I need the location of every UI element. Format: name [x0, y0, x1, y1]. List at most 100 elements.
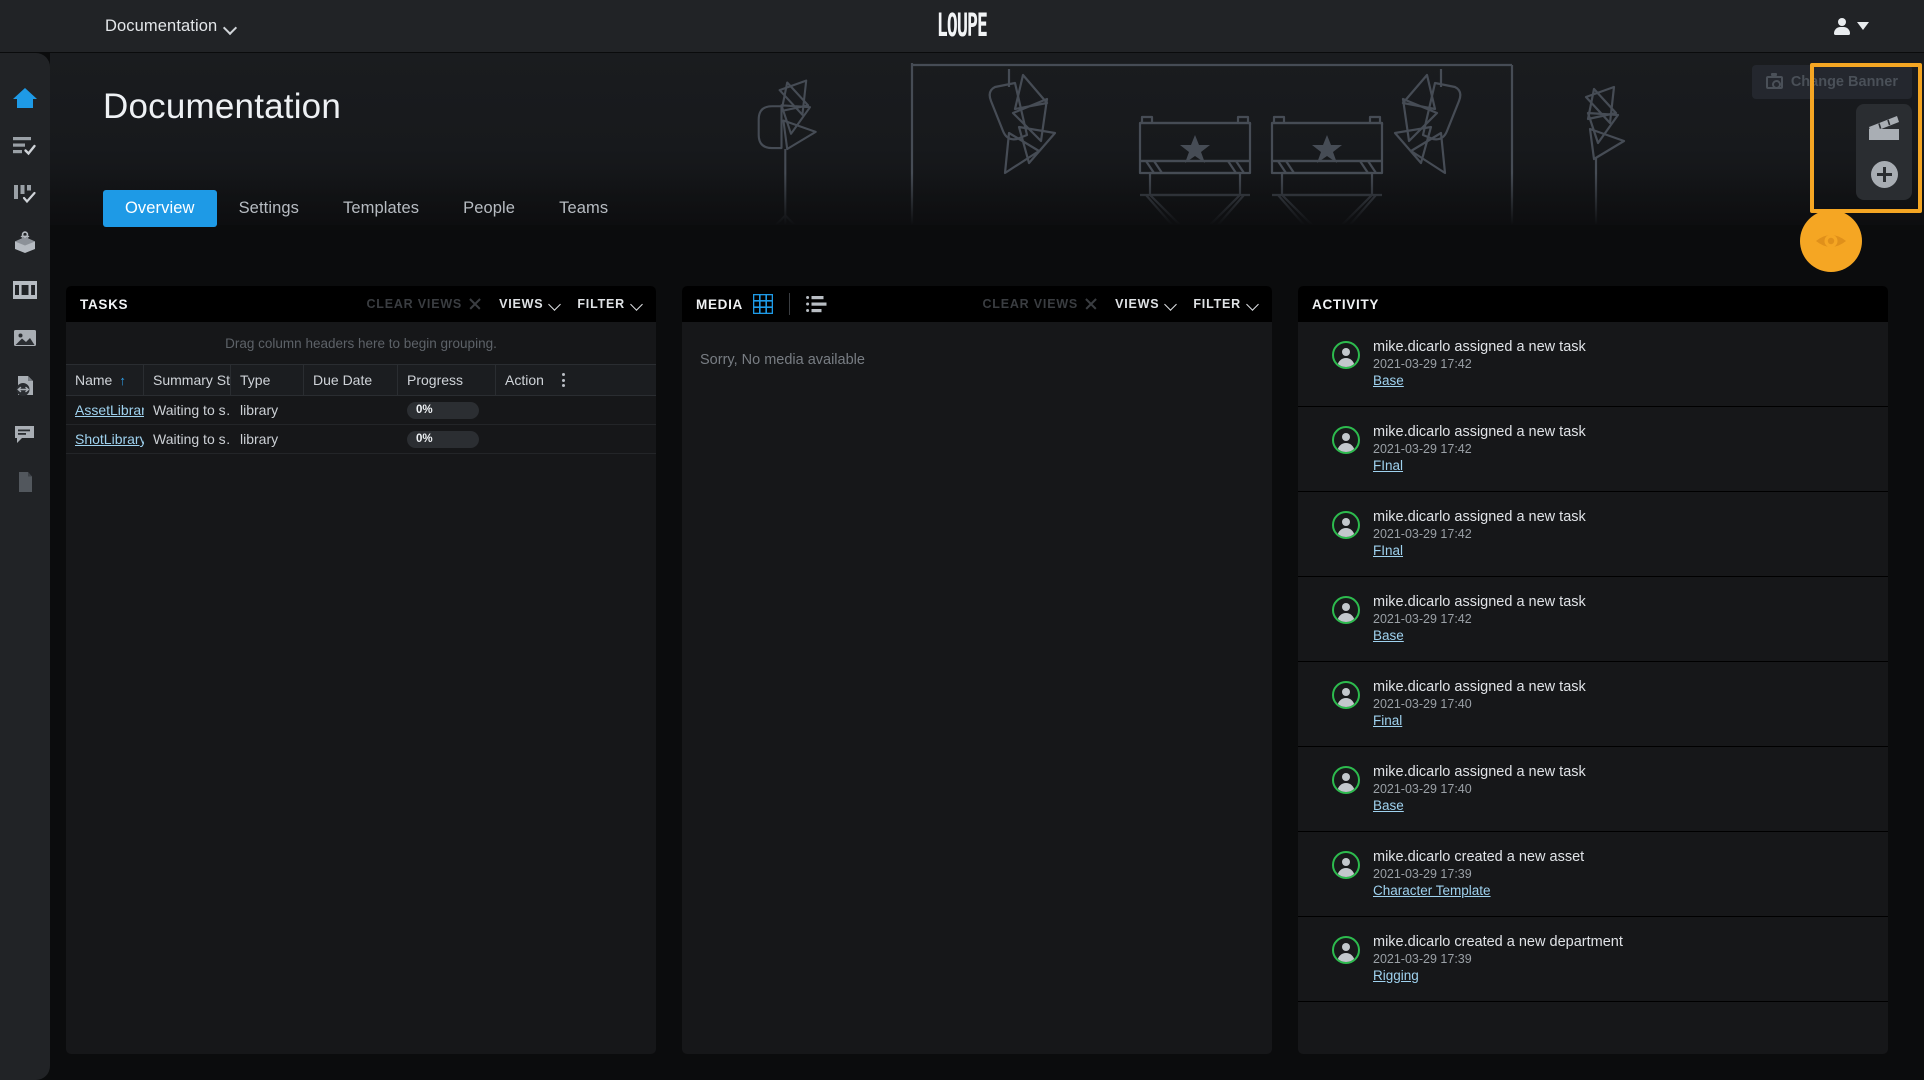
activity-panel-title: ACTIVITY — [1312, 296, 1380, 312]
task-type: library — [240, 431, 279, 447]
task-name-link[interactable]: AssetLibrary — [75, 402, 144, 418]
film-strip-icon — [13, 281, 37, 299]
eye-icon[interactable] — [1800, 210, 1862, 272]
list-item[interactable]: mike.dicarlo assigned a new task 2021-03… — [1298, 747, 1888, 832]
list-item[interactable]: mike.dicarlo created a new asset 2021-03… — [1298, 832, 1888, 917]
floating-action-stack — [1856, 104, 1912, 200]
avatar — [1332, 681, 1360, 709]
breadcrumb[interactable]: Documentation — [105, 17, 237, 36]
top-bar: Documentation LOUPE — [0, 0, 1924, 53]
user-menu[interactable] — [1834, 17, 1869, 35]
tab-templates[interactable]: Templates — [321, 190, 441, 227]
list-view-icon[interactable] — [806, 295, 827, 313]
tab-teams[interactable]: Teams — [537, 190, 630, 227]
sidebar — [0, 53, 50, 1080]
sidebar-item-documents[interactable] — [8, 465, 42, 499]
chevron-down-icon[interactable] — [224, 21, 237, 34]
media-views-button[interactable]: VIEWS — [1115, 297, 1176, 311]
list-item[interactable]: mike.dicarlo assigned a new task 2021-03… — [1298, 322, 1888, 407]
activity-message: mike.dicarlo assigned a new task — [1373, 339, 1586, 355]
tab-overview[interactable]: Overview — [103, 190, 217, 227]
task-summary-status: Waiting to s… — [153, 402, 231, 418]
tasks-views-button[interactable]: VIEWS — [499, 297, 560, 311]
file-transfer-icon — [16, 376, 33, 396]
table-row[interactable]: ShotLibrary Waiting to s… library 0% — [66, 425, 656, 454]
list-item[interactable]: mike.dicarlo created a new department 20… — [1298, 917, 1888, 1002]
tasks-filter-button[interactable]: FILTER — [577, 297, 642, 311]
tab-settings[interactable]: Settings — [217, 190, 321, 227]
activity-link[interactable]: Base — [1373, 373, 1586, 388]
sidebar-item-transfers[interactable] — [8, 369, 42, 403]
activity-link[interactable]: Final — [1373, 713, 1586, 728]
person-icon — [1834, 17, 1850, 35]
activity-message: mike.dicarlo created a new asset — [1373, 849, 1585, 865]
grouping-dropzone[interactable]: Drag column headers here to begin groupi… — [66, 322, 656, 364]
media-filter-button[interactable]: FILTER — [1193, 297, 1258, 311]
sidebar-item-home[interactable] — [8, 81, 42, 115]
activity-timestamp: 2021-03-29 17:40 — [1373, 697, 1472, 711]
sidebar-item-reviews[interactable] — [8, 177, 42, 211]
page-title: Documentation — [103, 87, 342, 126]
chevron-down-icon — [1165, 299, 1176, 310]
sidebar-item-media[interactable] — [8, 321, 42, 355]
column-header-action[interactable]: Action — [496, 365, 574, 395]
task-type: library — [240, 402, 279, 418]
column-header-name[interactable]: Name ↑ — [66, 365, 144, 395]
activity-link[interactable]: Base — [1373, 798, 1586, 813]
task-list-icon — [13, 137, 36, 156]
column-label: Action — [505, 372, 544, 388]
activity-timestamp: 2021-03-29 17:42 — [1373, 612, 1472, 626]
task-action-cell[interactable] — [496, 425, 574, 454]
column-header-progress[interactable]: Progress — [398, 365, 496, 395]
tasks-panel-title: TASKS — [80, 296, 129, 312]
activity-link[interactable]: FInal — [1373, 458, 1586, 473]
activity-link[interactable]: Character Template — [1373, 883, 1584, 898]
media-clear-views-button[interactable]: CLEAR VIEWS — [982, 297, 1098, 311]
document-icon — [19, 472, 32, 492]
table-row[interactable]: AssetLibrary Waiting to s… library 0% — [66, 396, 656, 425]
activity-link[interactable]: Rigging — [1373, 968, 1623, 983]
tasks-filter-label: FILTER — [577, 297, 625, 311]
column-header-type[interactable]: Type — [231, 365, 304, 395]
sidebar-item-notes[interactable] — [8, 417, 42, 451]
avatar — [1332, 596, 1360, 624]
activity-timestamp: 2021-03-29 17:40 — [1373, 782, 1472, 796]
plus-icon[interactable] — [1870, 161, 1898, 188]
kanban-check-icon — [14, 185, 36, 204]
activity-timestamp: 2021-03-29 17:39 — [1373, 867, 1472, 881]
clapperboard-icon[interactable] — [1867, 114, 1901, 149]
sidebar-item-shots[interactable] — [8, 273, 42, 307]
close-icon — [468, 297, 482, 311]
more-vertical-icon[interactable] — [562, 373, 565, 387]
tasks-views-label: VIEWS — [499, 297, 544, 311]
tasks-clear-views-button[interactable]: CLEAR VIEWS — [366, 297, 482, 311]
avatar — [1332, 936, 1360, 964]
avatar — [1332, 511, 1360, 539]
list-item[interactable]: mike.dicarlo assigned a new task 2021-03… — [1298, 492, 1888, 577]
caret-down-icon — [1857, 22, 1869, 30]
activity-link[interactable]: Base — [1373, 628, 1586, 643]
grid-view-icon[interactable] — [753, 294, 773, 314]
tab-bar: Overview Settings Templates People Teams — [103, 190, 630, 227]
list-item[interactable]: mike.dicarlo assigned a new task 2021-03… — [1298, 577, 1888, 662]
tab-people[interactable]: People — [441, 190, 537, 227]
sidebar-item-tasks[interactable] — [8, 129, 42, 163]
chevron-down-icon — [1247, 299, 1258, 310]
media-panel-header: MEDIA CLEAR VIEWS VIEWS FILTER — [682, 286, 1272, 322]
column-header-due-date[interactable]: Due Date — [304, 365, 398, 395]
tasks-panel-header: TASKS CLEAR VIEWS VIEWS FILTER — [66, 286, 656, 322]
task-action-cell[interactable] — [496, 396, 574, 425]
task-name-link[interactable]: ShotLibrary — [75, 431, 144, 447]
task-due-date — [304, 396, 398, 425]
camera-icon — [1765, 72, 1783, 89]
column-header-summary-status[interactable]: Summary Sta — [144, 365, 231, 395]
list-item[interactable]: mike.dicarlo assigned a new task 2021-03… — [1298, 407, 1888, 492]
comment-icon — [15, 426, 34, 443]
activity-link[interactable]: FInal — [1373, 543, 1586, 558]
chevron-down-icon — [631, 299, 642, 310]
list-item[interactable]: mike.dicarlo assigned a new task 2021-03… — [1298, 662, 1888, 747]
grouping-hint-label: Drag column headers here to begin groupi… — [225, 335, 497, 351]
change-banner-button[interactable]: Change Banner — [1751, 65, 1912, 99]
sidebar-item-assets[interactable] — [8, 225, 42, 259]
activity-timestamp: 2021-03-29 17:42 — [1373, 527, 1472, 541]
